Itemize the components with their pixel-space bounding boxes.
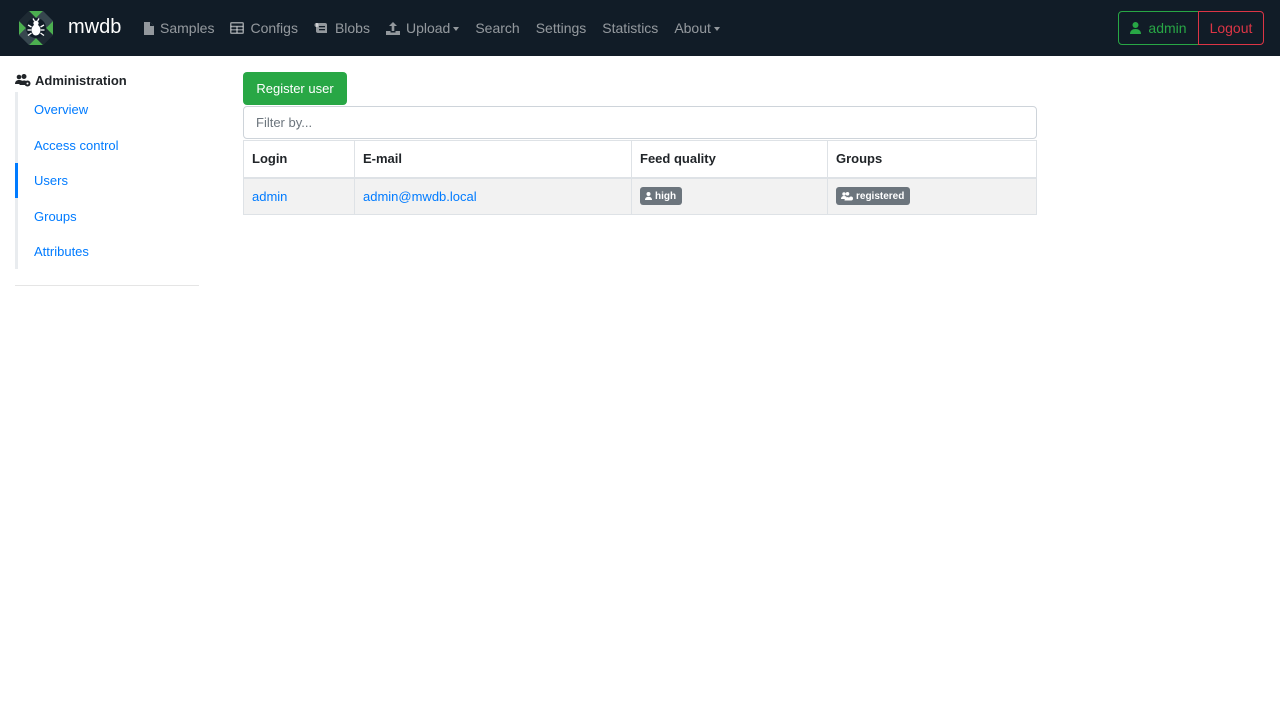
sidebar-title: Administration [15,73,127,88]
profile-button[interactable]: admin [1118,11,1199,45]
user-icon [645,192,652,201]
nav-statistics-label: Statistics [602,20,659,36]
table-icon [230,22,245,34]
user-icon [1130,22,1142,34]
nav-statistics[interactable]: Statistics [602,20,658,36]
group-badge-label: registered [856,190,905,202]
users-table: Login E-mail Feed quality Groups admin a… [243,140,1037,215]
upload-icon [385,21,400,35]
logout-button[interactable]: Logout [1198,11,1264,45]
nav-settings-label: Settings [535,20,587,36]
cell-groups: registered [827,177,1037,215]
nav-about-label: About [674,20,711,36]
sidebar-item-users[interactable]: Users [15,163,199,199]
main-nav: Samples Configs Blobs Upload Search Sett… [143,0,736,56]
nav-upload-label: Upload [405,20,451,36]
nav-configs[interactable]: Configs [230,20,298,36]
chevron-down-icon [453,26,460,31]
sidebar-item-groups[interactable]: Groups [18,199,199,235]
register-user-button[interactable]: Register user [243,72,347,105]
users-cog-icon [15,74,31,87]
cell-email: admin@mwdb.local [354,177,632,215]
nav-search-label: Search [475,20,520,36]
user-login-link[interactable]: admin [252,189,287,204]
table-row: admin admin@mwdb.local high registered [243,177,1037,215]
user-email-link[interactable]: admin@mwdb.local [363,189,477,204]
cell-feed-quality: high [631,177,828,215]
profile-button-label: admin [1148,20,1187,36]
feed-quality-badge: high [640,187,683,206]
nav-upload[interactable]: Upload [385,20,460,36]
nav-configs-label: Configs [250,20,298,36]
feed-quality-label: high [655,190,677,202]
sidebar-divider [15,285,199,286]
sidebar-nav: Overview Access control Users Groups Att… [15,92,199,269]
nav-about[interactable]: About [674,20,720,36]
cell-login: admin [243,177,355,215]
column-header-login: Login [243,140,355,179]
nav-settings[interactable]: Settings [536,20,587,36]
column-header-groups: Groups [827,140,1037,179]
top-navbar: mwdb Samples Configs Blobs Upload Search… [0,0,1280,56]
filter-input[interactable] [243,106,1037,139]
nav-blobs-label: Blobs [334,20,370,36]
user-button-group: admin Logout [1118,11,1264,45]
logout-button-label: Logout [1209,20,1253,36]
sidebar-item-overview[interactable]: Overview [18,92,199,128]
users-icon [841,191,853,201]
column-header-feed-quality: Feed quality [631,140,828,179]
sidebar-title-label: Administration [35,73,127,88]
scroll-icon [314,22,327,33]
column-header-email: E-mail [354,140,632,179]
nav-samples-label: Samples [160,20,215,36]
nav-samples[interactable]: Samples [143,20,214,36]
group-badge[interactable]: registered [836,187,911,206]
mwdb-logo-icon[interactable] [18,10,54,46]
chevron-down-icon [713,26,720,31]
nav-search[interactable]: Search [475,20,519,36]
sidebar-item-attributes[interactable]: Attributes [18,234,199,270]
file-icon [144,21,154,35]
sidebar-item-access-control[interactable]: Access control [18,128,199,164]
brand-title[interactable]: mwdb [68,14,121,40]
nav-blobs[interactable]: Blobs [314,20,370,36]
table-header-row: Login E-mail Feed quality Groups [243,140,1037,179]
